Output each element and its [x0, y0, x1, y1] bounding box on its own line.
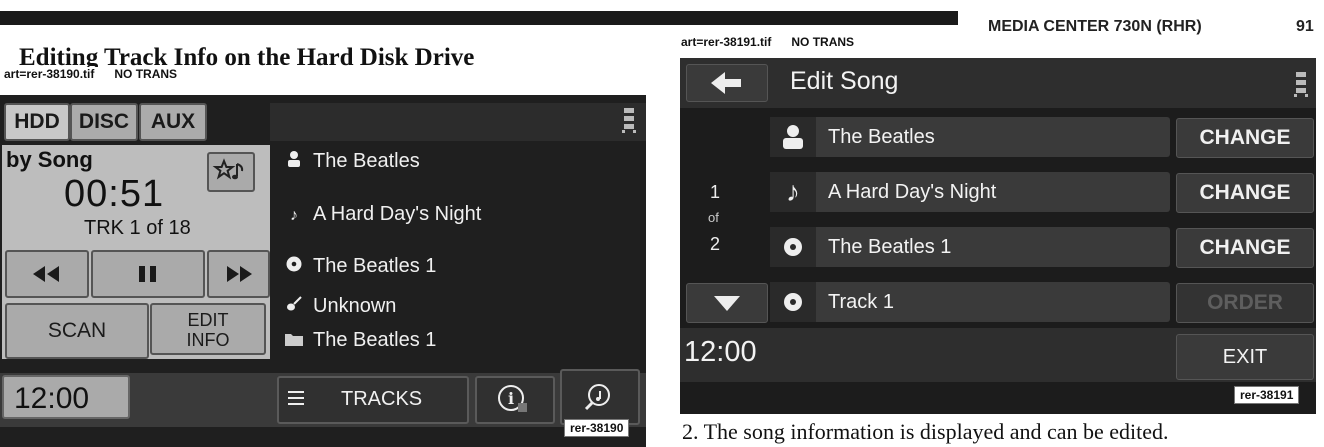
info-icon: i [498, 385, 527, 412]
rewind-icon [33, 266, 59, 282]
edit-info-button[interactable]: EDIT INFO [150, 303, 266, 355]
clock: 12:00 [684, 336, 757, 368]
info-button[interactable]: i [475, 376, 555, 424]
seat-icon [1294, 71, 1308, 102]
person-icon [770, 117, 816, 157]
back-button[interactable] [686, 64, 768, 102]
change-song-button[interactable]: CHANGE [1176, 173, 1314, 213]
tracks-button[interactable]: TRACKS [277, 376, 469, 424]
album-row: The Beatles 1 [770, 227, 1170, 267]
page-down-button[interactable] [686, 283, 768, 323]
edit-song-screen: Edit Song The Beatles CHANGE ♪ A Hard Da… [680, 58, 1316, 414]
fast-forward-icon [227, 266, 252, 282]
list-icon [288, 386, 306, 415]
figure-ref-right: rer-38191 [1234, 386, 1300, 404]
search-button[interactable] [560, 369, 640, 425]
track-row: Track 1 [770, 282, 1170, 322]
page-number: 91 [1296, 18, 1314, 35]
music-note-icon: ♪ [290, 207, 298, 224]
elapsed-time: 00:51 [64, 173, 165, 215]
art-label-left: art=rer-38190.tif NO TRANS [4, 67, 178, 81]
person-icon [285, 151, 303, 172]
change-artist-button[interactable]: CHANGE [1176, 118, 1314, 158]
star-note-icon [212, 158, 244, 180]
disc-icon [770, 227, 816, 267]
title-bar [680, 58, 1316, 108]
figure-ref-left: rer-38190 [564, 419, 630, 437]
pause-icon [139, 266, 156, 282]
info-artist: The Beatles [285, 150, 420, 173]
info-album: The Beatles 1 [285, 255, 436, 278]
track-counter: TRK 1 of 18 [84, 217, 191, 239]
tab-strip-fill [270, 103, 646, 141]
step-caption: 2. The song information is displayed and… [682, 419, 1169, 444]
page-of: of [708, 210, 719, 225]
back-arrow-icon [711, 72, 741, 94]
tab-aux[interactable]: AUX [139, 103, 207, 141]
info-song: ♪ A Hard Day's Night [285, 203, 481, 226]
play-mode: by Song [6, 147, 93, 172]
header-rule [0, 11, 958, 25]
info-folder: The Beatles 1 [285, 329, 436, 352]
disc-icon [770, 282, 816, 322]
rewind-button[interactable] [5, 250, 89, 298]
guitar-icon [285, 296, 303, 317]
fast-forward-button[interactable] [207, 250, 270, 298]
disc-icon [285, 256, 303, 277]
page-total: 2 [710, 234, 721, 254]
search-music-icon [584, 384, 610, 411]
media-screen-playing: HDD DISC AUX by Song 00:51 TRK 1 of 18 S… [0, 95, 646, 447]
artist-row: The Beatles [770, 117, 1170, 157]
seat-icon [622, 107, 636, 138]
folder-icon [285, 332, 303, 351]
art-label-right: art=rer-38191.tif NO TRANS [681, 35, 855, 49]
exit-button[interactable]: EXIT [1176, 334, 1314, 380]
favorite-button[interactable] [207, 152, 255, 192]
screen-title: Edit Song [790, 67, 899, 95]
down-arrow-icon [714, 296, 740, 311]
change-album-button[interactable]: CHANGE [1176, 228, 1314, 268]
info-genre: Unknown [285, 295, 396, 318]
song-row: ♪ A Hard Day's Night [770, 172, 1170, 212]
music-note-icon: ♪ [770, 172, 816, 212]
order-button: ORDER [1176, 283, 1314, 323]
page-current: 1 [710, 182, 721, 202]
tab-disc[interactable]: DISC [70, 103, 138, 141]
running-header: MEDIA CENTER 730N (RHR) [988, 18, 1202, 35]
svg-text:i: i [508, 389, 514, 408]
scan-button[interactable]: SCAN [5, 303, 149, 359]
clock: 12:00 [2, 375, 130, 419]
tab-hdd[interactable]: HDD [4, 103, 70, 141]
pause-button[interactable] [91, 250, 205, 298]
